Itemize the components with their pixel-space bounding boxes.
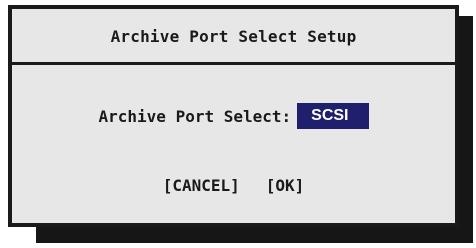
archive-port-select-value[interactable]: SCSI [297,103,369,129]
archive-port-select-row: Archive Port Select: SCSI [12,103,455,129]
ok-button[interactable]: [OK] [266,176,305,195]
archive-port-select-label: Archive Port Select: [98,106,292,126]
dialog-buttons: [CANCEL] [OK] [12,173,455,197]
dialog-title-bar: Archive Port Select Setup [12,9,455,65]
dialog-title: Archive Port Select Setup [110,27,357,46]
cancel-button[interactable]: [CANCEL] [163,176,240,195]
archive-port-select-dialog: Archive Port Select Setup Archive Port S… [8,5,459,227]
screen: Archive Port Select Setup Archive Port S… [0,0,476,248]
